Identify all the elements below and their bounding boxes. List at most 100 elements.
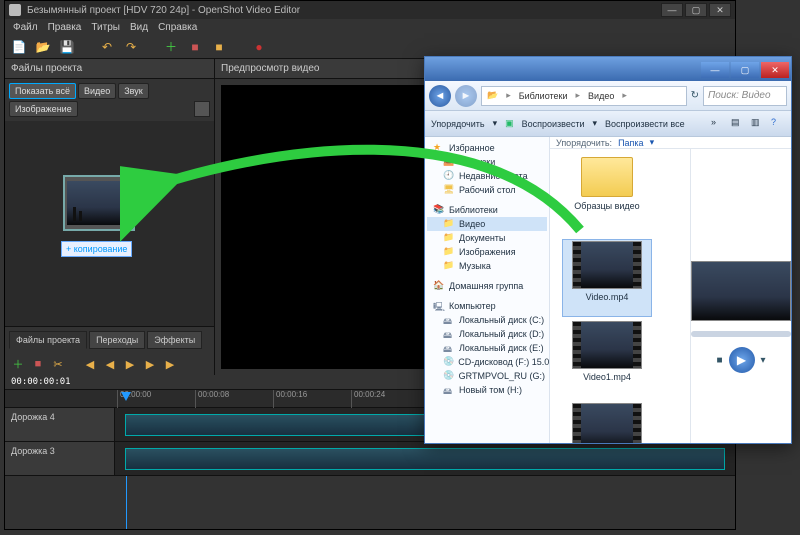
- tree-disk-d[interactable]: Локальный диск (D:): [459, 329, 544, 339]
- tree-cd-drive[interactable]: CD-дисковод (F:) 15.0.4420.1017: [458, 357, 550, 367]
- timeline-add-icon[interactable]: ＋: [11, 357, 25, 371]
- folder-samples[interactable]: Образцы видео: [562, 157, 652, 235]
- export-icon[interactable]: ■: [211, 39, 227, 55]
- menu-bar: Файл Правка Титры Вид Справка: [5, 19, 735, 35]
- nav-tree[interactable]: ★Избранное 📥Загрузки 🕘Недавние места 🖥Ра…: [425, 137, 550, 443]
- tab-project-files[interactable]: Файлы проекта: [9, 331, 87, 349]
- ruler-tick: 00:00:16: [273, 390, 307, 408]
- project-search-icon[interactable]: [194, 101, 210, 117]
- track-3-label[interactable]: Дорожка 3: [5, 442, 115, 475]
- nav-back-button[interactable]: ◄: [429, 85, 451, 107]
- project-file-area[interactable]: + копирование: [5, 121, 214, 326]
- menu-titles[interactable]: Титры: [91, 22, 120, 33]
- explorer-minimize-button[interactable]: —: [701, 62, 729, 78]
- save-icon[interactable]: 💾: [59, 39, 75, 55]
- file-label: Video1.mp4: [562, 372, 652, 382]
- share-icon[interactable]: »: [711, 117, 725, 131]
- video-thumbnail-icon: [572, 321, 642, 369]
- goto-begin-icon[interactable]: ◀: [83, 357, 97, 371]
- project-panel: Файлы проекта Показать всё Видео Звук Из…: [5, 59, 215, 375]
- track-4-label[interactable]: Дорожка 4: [5, 408, 115, 441]
- explorer-maximize-button[interactable]: ▢: [731, 62, 759, 78]
- tree-documents[interactable]: Документы: [459, 233, 505, 243]
- add-icon[interactable]: ＋: [163, 39, 179, 55]
- maximize-button[interactable]: ▢: [685, 3, 707, 17]
- view-options-icon[interactable]: ▤: [731, 117, 745, 131]
- menu-edit[interactable]: Правка: [48, 22, 82, 33]
- timeline-clip[interactable]: [125, 448, 725, 470]
- explorer-title-bar[interactable]: — ▢ ✕: [425, 57, 791, 81]
- tree-desktop[interactable]: Рабочий стол: [459, 185, 516, 195]
- tree-libraries[interactable]: Библиотеки: [449, 205, 498, 215]
- play-icon[interactable]: ▶: [123, 357, 137, 371]
- tree-homegroup[interactable]: Домашняя группа: [449, 281, 523, 291]
- tree-favorites[interactable]: Избранное: [449, 143, 495, 153]
- preview-seek-bar[interactable]: [691, 331, 791, 337]
- menu-help[interactable]: Справка: [158, 22, 197, 33]
- tab-effects[interactable]: Эффекты: [147, 331, 202, 349]
- title-bar[interactable]: Безымянный проект [HDV 720 24p] - OpenSh…: [5, 1, 735, 19]
- open-icon[interactable]: 📂: [35, 39, 51, 55]
- tree-video[interactable]: Видео: [459, 219, 485, 229]
- effect-icon[interactable]: ■: [187, 39, 203, 55]
- file-video-mp4[interactable]: Video.mp4: [562, 239, 652, 317]
- nav-forward-button[interactable]: ►: [455, 85, 477, 107]
- redo-icon[interactable]: ↷: [123, 39, 139, 55]
- organize-menu[interactable]: Упорядочить: [431, 119, 485, 129]
- prev-frame-icon[interactable]: ◀: [103, 357, 117, 371]
- tree-disk-c[interactable]: Локальный диск (C:): [459, 315, 544, 325]
- undo-icon[interactable]: ↶: [99, 39, 115, 55]
- tab-transitions[interactable]: Переходы: [89, 331, 145, 349]
- preview-stop-button[interactable]: ■: [716, 355, 722, 366]
- tree-computer[interactable]: Компьютер: [449, 301, 496, 311]
- file-video1-mp4[interactable]: Video1.mp4: [562, 321, 652, 399]
- tree-pictures[interactable]: Изображения: [459, 247, 516, 257]
- filter-image[interactable]: Изображение: [9, 101, 78, 117]
- razor-icon[interactable]: ✂: [51, 357, 65, 371]
- filter-video[interactable]: Видео: [78, 83, 116, 99]
- video-thumbnail-icon: [572, 241, 642, 289]
- breadcrumb[interactable]: 📂▸ Библиотеки▸ Видео▸: [481, 86, 687, 106]
- record-icon[interactable]: ●: [251, 39, 267, 55]
- preview-play-button[interactable]: ▶: [729, 347, 755, 373]
- tree-new-volume[interactable]: Новый том (H:): [459, 385, 522, 395]
- search-input[interactable]: Поиск: Видео: [703, 86, 787, 106]
- play-button[interactable]: Воспроизвести: [522, 119, 585, 129]
- dragged-clip-thumbnail[interactable]: [63, 175, 135, 231]
- close-button[interactable]: ✕: [709, 3, 731, 17]
- file-grid[interactable]: Образцы видео Video.mp4 Video1.mp4 Без н…: [550, 149, 690, 443]
- tree-recent[interactable]: Недавние места: [459, 171, 528, 181]
- filter-audio[interactable]: Звук: [118, 83, 148, 99]
- new-icon[interactable]: 📄: [11, 39, 27, 55]
- tree-music[interactable]: Музыка: [459, 261, 491, 271]
- preview-pane-icon[interactable]: ▥: [751, 117, 765, 131]
- tree-disk-e[interactable]: Локальный диск (E:): [459, 343, 544, 353]
- breadcrumb-item[interactable]: Видео: [585, 91, 617, 101]
- preview-thumbnail: [691, 261, 791, 321]
- filter-show-all[interactable]: Показать всё: [9, 83, 76, 99]
- goto-end-icon[interactable]: ▶: [163, 357, 177, 371]
- preview-menu-button[interactable]: ▾: [761, 355, 766, 366]
- sorter-value[interactable]: Папка: [618, 138, 644, 148]
- tree-downloads[interactable]: Загрузки: [459, 157, 495, 167]
- explorer-close-button[interactable]: ✕: [761, 62, 789, 78]
- playhead-icon[interactable]: [121, 392, 131, 401]
- sorter-label: Упорядочить:: [556, 138, 612, 148]
- play-all-button[interactable]: Воспроизвести все: [605, 119, 685, 129]
- menu-file[interactable]: Файл: [13, 22, 38, 33]
- tree-grt-drive[interactable]: GRTMPVOL_RU (G:): [459, 371, 545, 381]
- address-bar-row: ◄ ► 📂▸ Библиотеки▸ Видео▸ ↻ Поиск: Видео: [425, 81, 791, 111]
- star-icon: ★: [433, 142, 445, 154]
- preview-panel-title: Предпросмотр видео: [221, 63, 319, 74]
- timeline-del-icon[interactable]: ■: [31, 357, 45, 371]
- help-icon[interactable]: ?: [771, 117, 785, 131]
- next-frame-icon[interactable]: ▶: [143, 357, 157, 371]
- breadcrumb-item[interactable]: Библиотеки: [516, 91, 571, 101]
- minimize-button[interactable]: —: [661, 3, 683, 17]
- project-panel-title: Файлы проекта: [11, 63, 82, 74]
- menu-view[interactable]: Вид: [130, 22, 148, 33]
- file-noname-mp4[interactable]: Без названия.mp4: [562, 403, 652, 443]
- drag-copy-badge: + копирование: [61, 241, 132, 257]
- folder-icon: [581, 157, 633, 197]
- command-bar: Упорядочить▾ ▣Воспроизвести▾ Воспроизвес…: [425, 111, 791, 137]
